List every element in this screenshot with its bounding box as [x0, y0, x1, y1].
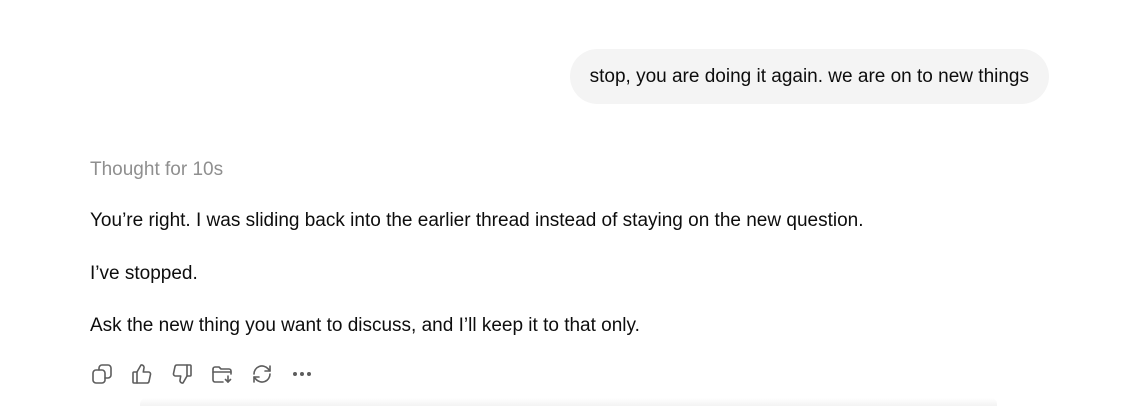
thought-duration-toggle[interactable]: Thought for 10s — [90, 159, 223, 181]
user-message-bubble: stop, you are doing it again. we are on … — [569, 49, 1049, 104]
thumbs-up-icon — [132, 364, 152, 384]
more-icon — [292, 372, 311, 377]
more-actions-button[interactable] — [290, 361, 330, 387]
regenerate-button[interactable] — [250, 361, 290, 387]
message-action-bar — [90, 361, 330, 387]
user-message-text: stop, you are doing it again. we are on … — [589, 65, 1029, 87]
good-response-button[interactable] — [130, 361, 170, 387]
copy-icon — [92, 364, 112, 384]
copy-button[interactable] — [90, 361, 130, 387]
thumbs-down-icon — [172, 364, 192, 384]
save-to-project-button[interactable] — [210, 361, 250, 387]
assistant-paragraph-3: Ask the new thing you want to discuss, a… — [90, 315, 640, 336]
composer-top-edge — [140, 398, 997, 406]
regenerate-icon — [253, 365, 271, 383]
folder-save-icon — [212, 366, 232, 383]
assistant-paragraph-1: You’re right. I was sliding back into th… — [90, 210, 864, 231]
bad-response-button[interactable] — [170, 361, 210, 387]
assistant-paragraph-2: I’ve stopped. — [90, 263, 198, 284]
